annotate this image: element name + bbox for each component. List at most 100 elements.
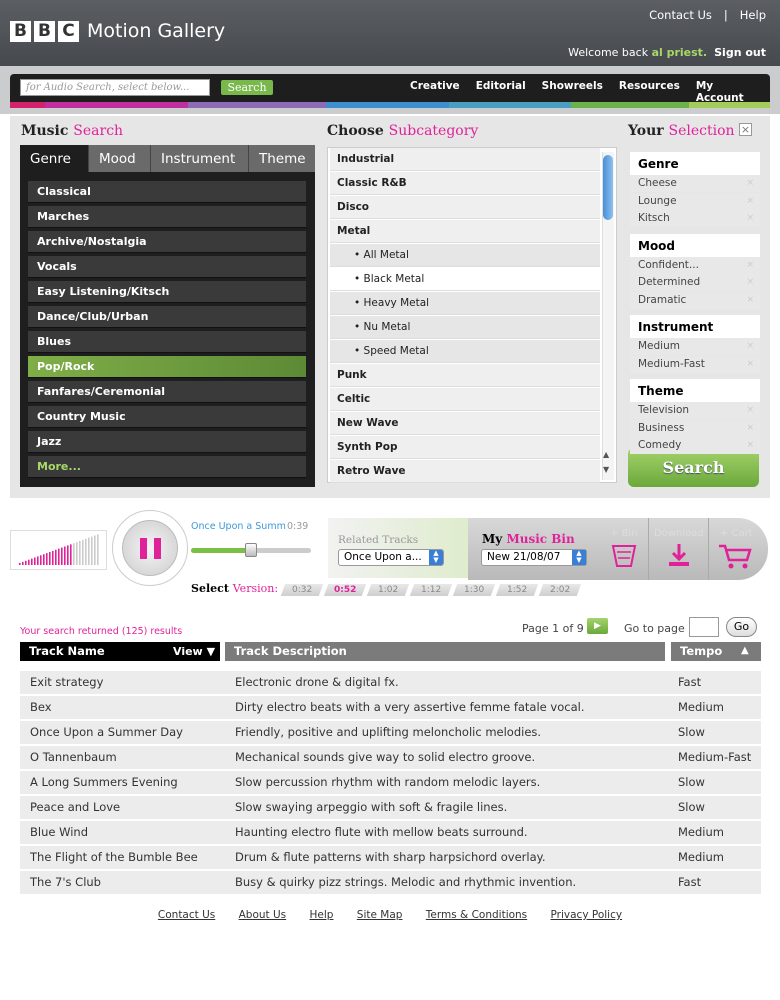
version-option[interactable]: 0:52	[323, 584, 367, 596]
waveform-bar	[79, 541, 81, 565]
bbc-logo[interactable]: B B C Motion Gallery	[10, 20, 225, 42]
table-row[interactable]: Bex Dirty electro beats with a very asser…	[20, 696, 761, 719]
genre-item[interactable]: Pop/Rock	[28, 356, 306, 378]
remove-icon[interactable]: ×	[746, 402, 754, 419]
help-link[interactable]: Help	[740, 8, 766, 22]
sign-out-link[interactable]: Sign out	[714, 46, 766, 59]
genre-item[interactable]: Blues	[28, 331, 306, 353]
genre-item[interactable]: Country Music	[28, 406, 306, 428]
remove-icon[interactable]: ×	[746, 437, 754, 454]
scrollbar-thumb[interactable]	[603, 155, 613, 220]
table-row[interactable]: Once Upon a Summer Day Friendly, positive…	[20, 721, 761, 744]
table-row[interactable]: The 7's Club Busy & quirky pizz strings. …	[20, 871, 761, 894]
remove-icon[interactable]: ×	[746, 356, 754, 373]
subcategory-item[interactable]: Classic R&B	[330, 172, 600, 195]
waveform-bar	[97, 534, 99, 565]
subcategory-item[interactable]: Metal	[330, 220, 600, 243]
cart-icon[interactable]	[717, 542, 753, 570]
remove-icon[interactable]: ×	[746, 420, 754, 437]
table-row[interactable]: Exit strategy Electronic drone & digital …	[20, 671, 761, 694]
remove-icon[interactable]: ×	[746, 257, 754, 274]
pause-button[interactable]	[122, 520, 178, 576]
footer-contact-us[interactable]: Contact Us	[158, 909, 215, 921]
table-row[interactable]: Blue Wind Haunting electro flute with mel…	[20, 821, 761, 844]
nav-editorial[interactable]: Editorial	[476, 80, 526, 104]
footer-privacy[interactable]: Privacy Policy	[551, 909, 623, 921]
nav-showreels[interactable]: Showreels	[542, 80, 603, 104]
genre-item[interactable]: Jazz	[28, 431, 306, 453]
track-name: Exit strategy	[30, 675, 104, 689]
footer-help[interactable]: Help	[310, 909, 334, 921]
download-icon[interactable]	[666, 542, 692, 568]
track-name: Blue Wind	[30, 825, 89, 839]
subcategory-item[interactable]: Disco	[330, 196, 600, 219]
genre-item[interactable]: Dance/Club/Urban	[28, 306, 306, 328]
close-selection-icon[interactable]: ×	[739, 123, 752, 136]
table-row[interactable]: A Long Summers Evening Slow percussion rh…	[20, 771, 761, 794]
subcategory-item[interactable]: New Wave	[330, 412, 600, 435]
remove-icon[interactable]: ×	[746, 338, 754, 355]
remove-icon[interactable]: ×	[746, 292, 754, 309]
tab-genre[interactable]: Genre	[20, 145, 88, 173]
genre-item[interactable]: Vocals	[28, 256, 306, 278]
version-label: 2:02	[549, 585, 571, 595]
footer-terms[interactable]: Terms & Conditions	[426, 909, 527, 921]
genre-item[interactable]: Marches	[28, 206, 306, 228]
genre-item[interactable]: More...	[28, 456, 306, 478]
related-tracks-select[interactable]: Once Upon a... ▲ ▼	[338, 549, 444, 566]
subcategory-item[interactable]: Industrial	[330, 148, 600, 171]
tab-mood[interactable]: Mood	[88, 145, 150, 173]
remove-icon[interactable]: ×	[746, 175, 754, 192]
add-bin-label[interactable]: + Bin	[610, 528, 638, 539]
version-option[interactable]: 1:30	[452, 584, 496, 596]
col-track-description[interactable]: Track Description	[225, 642, 665, 661]
subcategory-item[interactable]: Celtic	[330, 388, 600, 411]
music-bin-select[interactable]: New 21/08/07 ▲ ▼	[481, 549, 587, 566]
version-option[interactable]: 1:12	[409, 584, 453, 596]
subcategory-item[interactable]: Punk	[330, 364, 600, 387]
scroll-up-icon[interactable]: ▲	[603, 450, 609, 459]
tab-instrument[interactable]: Instrument	[150, 145, 248, 173]
subcategory-item[interactable]: • Black Metal	[330, 268, 600, 291]
version-option[interactable]: 1:52	[495, 584, 539, 596]
next-page-button[interactable]: ▶	[587, 618, 608, 634]
genre-item[interactable]: Fanfares/Ceremonial	[28, 381, 306, 403]
remove-icon[interactable]: ×	[746, 193, 754, 210]
footer-about-us[interactable]: About Us	[239, 909, 287, 921]
subcategory-item[interactable]: Synth Pop	[330, 436, 600, 459]
version-option[interactable]: 2:02	[538, 584, 582, 596]
add-cart-label[interactable]: + Cart	[720, 528, 753, 539]
go-button[interactable]: Go	[726, 617, 757, 637]
footer-site-map[interactable]: Site Map	[357, 909, 403, 921]
progress-handle[interactable]	[245, 543, 257, 557]
genre-item[interactable]: Archive/Nostalgia	[28, 231, 306, 253]
scroll-down-icon[interactable]: ▼	[603, 465, 609, 474]
version-option[interactable]: 1:02	[366, 584, 410, 596]
remove-icon[interactable]: ×	[746, 210, 754, 227]
genre-item[interactable]: Easy Listening/Kitsch	[28, 281, 306, 303]
remove-icon[interactable]: ×	[746, 274, 754, 291]
genre-item[interactable]: Classical	[28, 181, 306, 203]
table-row[interactable]: O Tannenbaum Mechanical sounds give way t…	[20, 746, 761, 769]
audio-search-input[interactable]: for Audio Search, select below...	[20, 79, 210, 96]
bin-icon[interactable]	[611, 542, 637, 568]
tab-theme[interactable]: Theme	[248, 145, 315, 173]
top-search-button[interactable]: Search	[221, 80, 273, 95]
view-dropdown[interactable]: View ▼	[173, 645, 215, 658]
goto-page-input[interactable]	[689, 617, 719, 637]
download-label[interactable]: Download	[654, 528, 704, 539]
track-tempo: Medium	[678, 825, 724, 839]
nav-resources[interactable]: Resources	[619, 80, 680, 104]
table-row[interactable]: Peace and Love Slow swaying arpeggio with…	[20, 796, 761, 819]
subcategory-item[interactable]: • All Metal	[330, 244, 600, 267]
subcategory-item[interactable]: • Heavy Metal	[330, 292, 600, 315]
sort-up-icon[interactable]: ▲	[741, 645, 749, 656]
version-option[interactable]: 0:32	[280, 584, 324, 596]
subcategory-item[interactable]: • Nu Metal	[330, 316, 600, 339]
nav-my-account[interactable]: My Account	[696, 80, 764, 104]
table-row[interactable]: The Flight of the Bumble Bee Drum & flute…	[20, 846, 761, 869]
subcategory-item[interactable]: • Speed Metal	[330, 340, 600, 363]
nav-creative[interactable]: Creative	[410, 80, 460, 104]
subcategory-item[interactable]: Retro Wave	[330, 460, 600, 483]
contact-us-link[interactable]: Contact Us	[649, 8, 712, 22]
